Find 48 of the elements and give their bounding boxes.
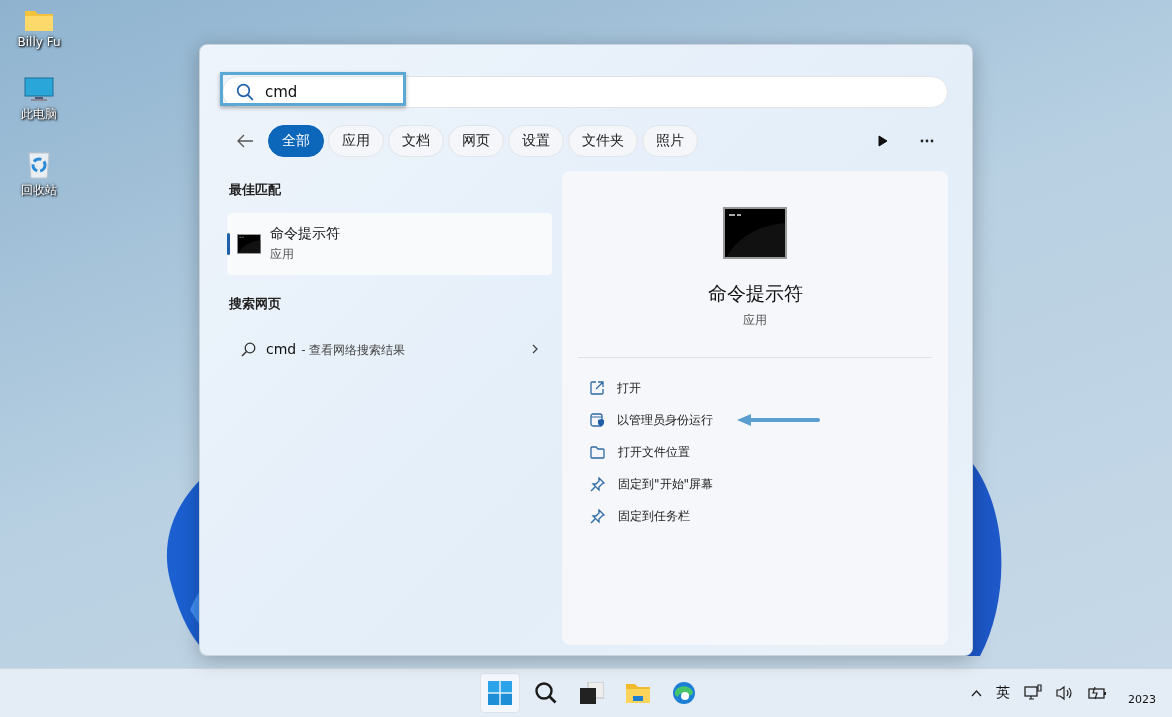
action-link[interactable]: 以管理员身份运行 [617, 411, 713, 429]
external-link-icon [590, 381, 604, 395]
filter-tab[interactable]: 设置 [508, 125, 564, 157]
recycle-bin-icon [27, 151, 51, 179]
app-type: 应用 [270, 246, 295, 263]
best-match-item[interactable]: 命令提示符 应用 [227, 213, 552, 275]
input-method-indicator[interactable]: 英 [996, 684, 1010, 702]
terminal-icon [237, 234, 261, 254]
pin-icon [590, 508, 605, 524]
task-view-icon [580, 682, 604, 704]
search-icon [241, 341, 256, 357]
filter-tab[interactable]: 全部 [268, 125, 324, 157]
pin-icon [590, 476, 605, 492]
search-icon [534, 681, 558, 705]
action-link[interactable]: 打开 [617, 379, 641, 397]
clock[interactable]: 2023 [1128, 692, 1156, 706]
shield-window-icon [590, 413, 604, 427]
monitor-icon [24, 77, 54, 103]
terminal-icon [723, 207, 787, 259]
filter-tab[interactable]: 文件夹 [568, 125, 638, 157]
filter-tab[interactable]: 文档 [388, 125, 444, 157]
search-icon [236, 83, 254, 101]
web-search-result[interactable]: cmd - 查看网络搜索结果 [266, 339, 406, 359]
app-title: 命令提示符 [707, 281, 803, 306]
action-link[interactable]: 打开文件位置 [618, 443, 690, 461]
folder-icon [24, 8, 54, 32]
play-icon[interactable] [878, 135, 888, 147]
folder-icon [590, 445, 605, 459]
search-field[interactable]: cmd [222, 76, 948, 108]
browser-icon [672, 681, 696, 705]
chevron-up-icon[interactable] [971, 689, 982, 697]
filter-tab[interactable]: 网页 [448, 125, 504, 157]
app-title: 命令提示符 [270, 225, 340, 243]
folder-icon [625, 682, 651, 704]
windows-logo-icon [488, 681, 512, 705]
action-link[interactable]: 固定到"开始"屏幕 [618, 475, 714, 493]
section-heading: 最佳匹配 [228, 181, 282, 199]
more-icon[interactable] [920, 139, 934, 143]
chevron-right-icon[interactable] [532, 344, 538, 354]
back-arrow-icon[interactable] [236, 134, 254, 148]
app-type: 应用 [743, 312, 767, 329]
filter-tab[interactable]: 照片 [642, 125, 698, 157]
action-link[interactable]: 固定到任务栏 [618, 507, 690, 525]
battery-icon[interactable] [1088, 686, 1108, 700]
network-icon[interactable] [1024, 684, 1042, 702]
speaker-icon[interactable] [1056, 685, 1074, 701]
filter-tab[interactable]: 应用 [328, 125, 384, 157]
section-heading: 搜索网页 [228, 295, 282, 313]
